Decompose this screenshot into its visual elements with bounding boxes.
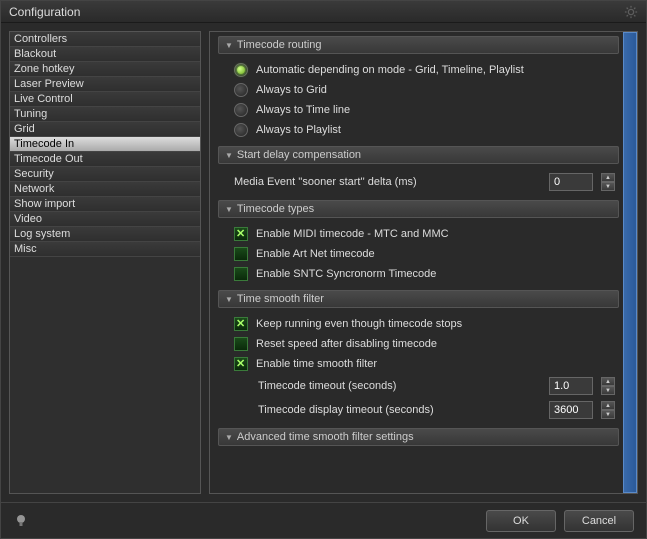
checkbox-icon[interactable]: [234, 227, 248, 241]
chevron-down-icon: ▼: [225, 41, 233, 50]
sidebar-item[interactable]: Controllers: [10, 32, 200, 47]
option-label: Enable Art Net timecode: [256, 248, 375, 260]
footer: OK Cancel: [1, 502, 646, 538]
check-row[interactable]: Enable Art Net timecode: [218, 244, 619, 264]
section-header-smooth[interactable]: ▼ Time smooth filter: [218, 290, 619, 308]
checkbox-icon[interactable]: [234, 337, 248, 351]
delay-input[interactable]: [549, 173, 593, 191]
timeout-spinner[interactable]: ▲▼: [601, 377, 615, 395]
checkbox-icon[interactable]: [234, 267, 248, 281]
check-row[interactable]: Enable time smooth filter: [218, 354, 619, 374]
radio-row[interactable]: Always to Playlist: [218, 120, 619, 140]
section-header-advanced[interactable]: ▼ Advanced time smooth filter settings: [218, 428, 619, 446]
section-types: ▼ Timecode types Enable MIDI timecode - M…: [218, 200, 619, 284]
section-title: Start delay compensation: [237, 149, 361, 161]
sidebar-item[interactable]: Security: [10, 167, 200, 182]
option-label: Keep running even though timecode stops: [256, 318, 462, 330]
sidebar-item[interactable]: Log system: [10, 227, 200, 242]
section-header-types[interactable]: ▼ Timecode types: [218, 200, 619, 218]
check-row[interactable]: Enable MIDI timecode - MTC and MMC: [218, 224, 619, 244]
option-label: Enable time smooth filter: [256, 358, 377, 370]
window-title: Configuration: [9, 5, 624, 19]
sidebar-item[interactable]: Timecode Out: [10, 152, 200, 167]
sidebar-item[interactable]: Blackout: [10, 47, 200, 62]
section-title: Advanced time smooth filter settings: [237, 431, 414, 443]
spin-down-icon[interactable]: ▼: [601, 410, 615, 419]
sidebar-item[interactable]: Show import: [10, 197, 200, 212]
hint-icon: [13, 513, 29, 529]
sidebar-item[interactable]: Tuning: [10, 107, 200, 122]
option-label: Automatic depending on mode - Grid, Time…: [256, 64, 524, 76]
section-title: Timecode routing: [237, 39, 322, 51]
sidebar-item[interactable]: Live Control: [10, 92, 200, 107]
section-advanced: ▼ Advanced time smooth filter settings: [218, 428, 619, 446]
checkbox-icon[interactable]: [234, 317, 248, 331]
chevron-down-icon: ▼: [225, 433, 233, 442]
sidebar-item[interactable]: Misc: [10, 242, 200, 257]
option-label: Enable MIDI timecode - MTC and MMC: [256, 228, 449, 240]
delay-spinner[interactable]: ▲▼: [601, 173, 615, 191]
section-header-routing[interactable]: ▼ Timecode routing: [218, 36, 619, 54]
section-title: Timecode types: [237, 203, 314, 215]
option-label: Always to Time line: [256, 104, 350, 116]
spin-up-icon[interactable]: ▲: [601, 401, 615, 410]
timeout-input[interactable]: [549, 377, 593, 395]
option-label: Enable SNTC Syncronorm Timecode: [256, 268, 436, 280]
checkbox-icon[interactable]: [234, 357, 248, 371]
section-smooth: ▼ Time smooth filter Keep running even th…: [218, 290, 619, 422]
section-delay: ▼ Start delay compensation Media Event ''…: [218, 146, 619, 194]
radio-row[interactable]: Always to Time line: [218, 100, 619, 120]
radio-icon[interactable]: [234, 63, 248, 77]
display-timeout-label: Timecode display timeout (seconds): [258, 404, 541, 416]
option-label: Always to Playlist: [256, 124, 341, 136]
delay-label: Media Event ''sooner start'' delta (ms): [234, 176, 541, 188]
display-timeout-input[interactable]: [549, 401, 593, 419]
spin-up-icon[interactable]: ▲: [601, 173, 615, 182]
sidebar: ControllersBlackoutZone hotkeyLaser Prev…: [9, 31, 201, 494]
sidebar-item[interactable]: Network: [10, 182, 200, 197]
chevron-down-icon: ▼: [225, 295, 233, 304]
gear-icon[interactable]: [624, 5, 638, 19]
timeout-label: Timecode timeout (seconds): [258, 380, 541, 392]
check-row[interactable]: Enable SNTC Syncronorm Timecode: [218, 264, 619, 284]
sidebar-item[interactable]: Timecode In: [10, 137, 200, 152]
radio-icon[interactable]: [234, 103, 248, 117]
chevron-down-icon: ▼: [225, 151, 233, 160]
checkbox-icon[interactable]: [234, 247, 248, 261]
cancel-button[interactable]: Cancel: [564, 510, 634, 532]
content-scrollbar[interactable]: [623, 32, 637, 493]
section-header-delay[interactable]: ▼ Start delay compensation: [218, 146, 619, 164]
ok-button[interactable]: OK: [486, 510, 556, 532]
chevron-down-icon: ▼: [225, 205, 233, 214]
check-row[interactable]: Keep running even though timecode stops: [218, 314, 619, 334]
sidebar-item[interactable]: Grid: [10, 122, 200, 137]
display-timeout-spinner[interactable]: ▲▼: [601, 401, 615, 419]
option-label: Reset speed after disabling timecode: [256, 338, 437, 350]
spin-down-icon[interactable]: ▼: [601, 182, 615, 191]
content-panel: ▼ Timecode routing Automatic depending on…: [209, 31, 638, 494]
section-routing: ▼ Timecode routing Automatic depending on…: [218, 36, 619, 140]
radio-icon[interactable]: [234, 123, 248, 137]
titlebar: Configuration: [1, 1, 646, 23]
spin-up-icon[interactable]: ▲: [601, 377, 615, 386]
check-row[interactable]: Reset speed after disabling timecode: [218, 334, 619, 354]
radio-row[interactable]: Automatic depending on mode - Grid, Time…: [218, 60, 619, 80]
sidebar-item[interactable]: Video: [10, 212, 200, 227]
sidebar-item[interactable]: Zone hotkey: [10, 62, 200, 77]
radio-icon[interactable]: [234, 83, 248, 97]
sidebar-item[interactable]: Laser Preview: [10, 77, 200, 92]
section-title: Time smooth filter: [237, 293, 324, 305]
radio-row[interactable]: Always to Grid: [218, 80, 619, 100]
scrollbar-thumb[interactable]: [623, 32, 637, 493]
spin-down-icon[interactable]: ▼: [601, 386, 615, 395]
option-label: Always to Grid: [256, 84, 327, 96]
